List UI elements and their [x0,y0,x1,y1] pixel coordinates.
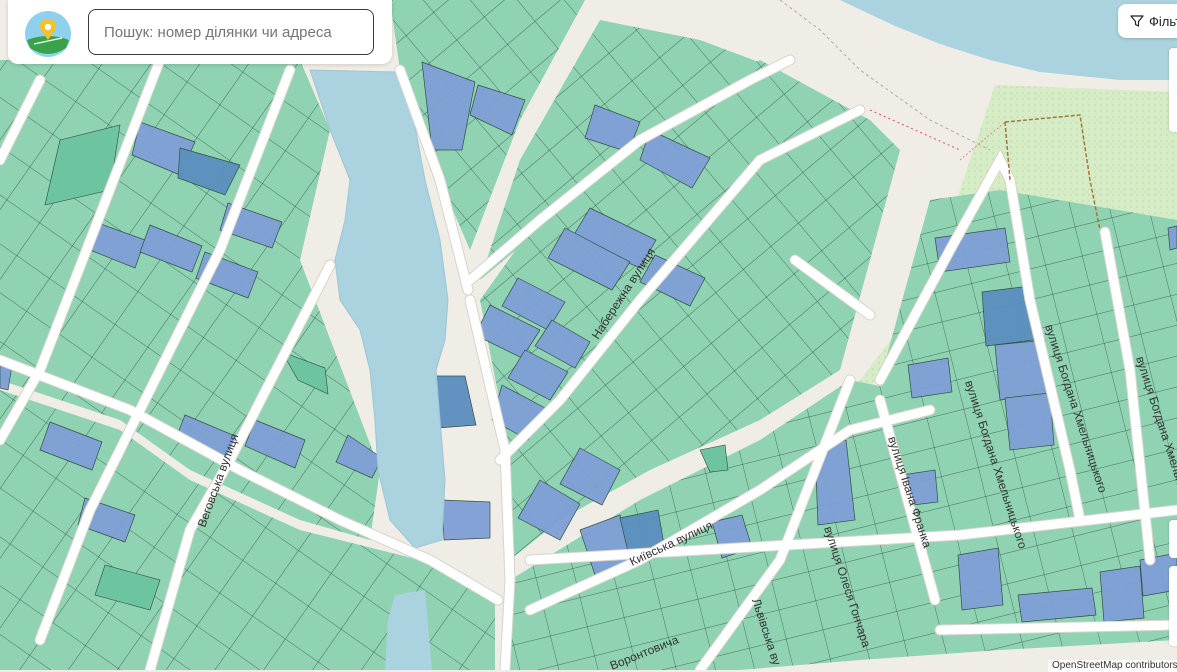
search-panel [8,0,392,64]
map-control-top[interactable] [1169,48,1177,132]
map-control-bottom[interactable] [1169,566,1177,646]
funnel-icon [1130,15,1144,27]
filter-button-label: Фільтри [1149,13,1177,29]
search-box[interactable] [88,9,374,55]
map-control-middle[interactable] [1169,520,1177,558]
cadastral-map[interactable]: Набережна вулиця Веговська вулиця Київсь… [0,0,1177,670]
search-input[interactable] [89,10,364,54]
map-attribution[interactable]: OpenStreetMap contributors [1048,660,1177,672]
app-logo-icon[interactable] [24,10,72,58]
filter-button[interactable]: Фільтри [1118,4,1177,38]
